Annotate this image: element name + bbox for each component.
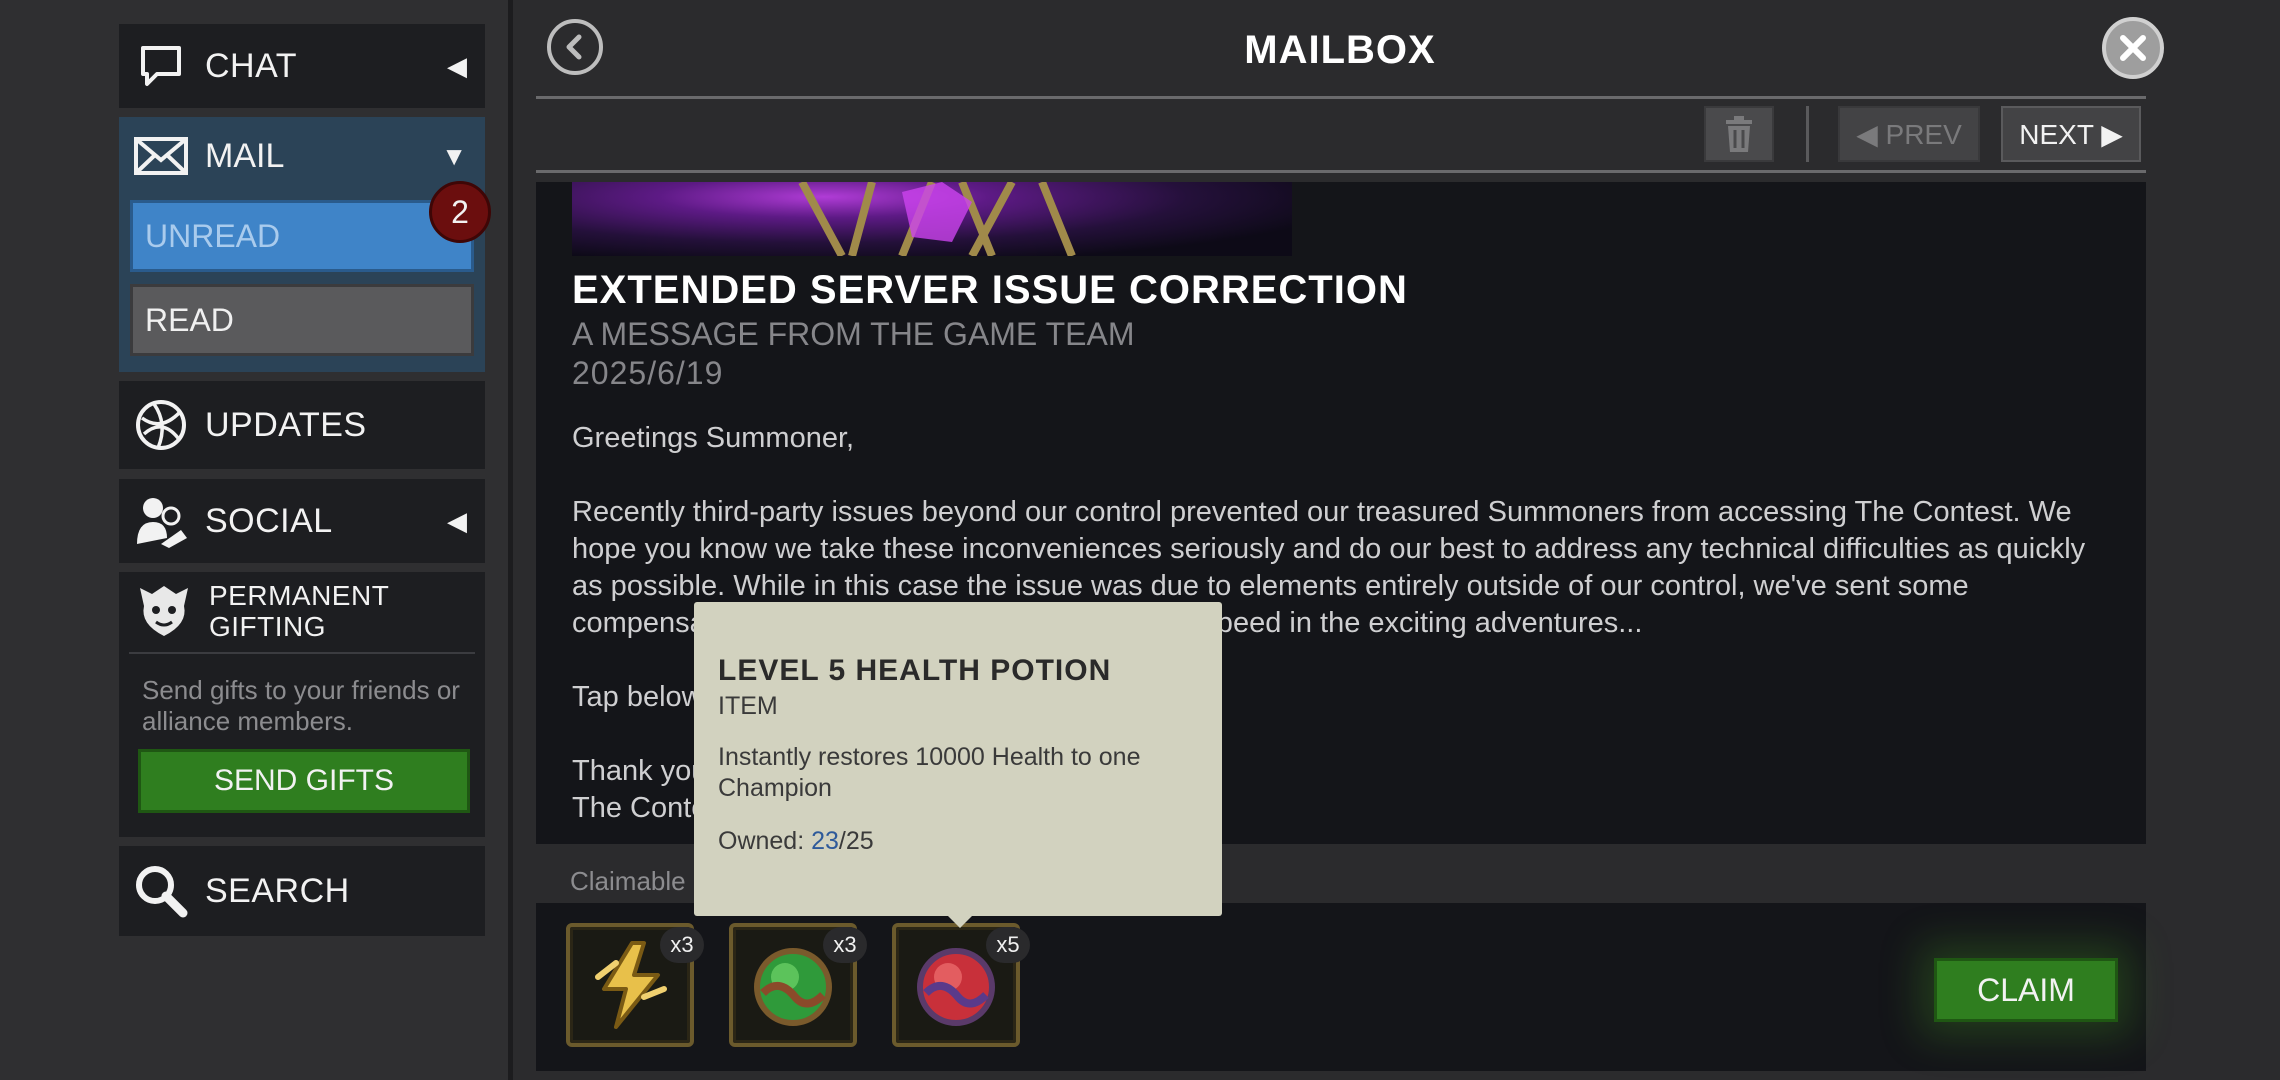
owned-max: /25 (838, 827, 874, 855)
reward-quantity: x5 (986, 927, 1030, 963)
chat-bubble-icon (131, 36, 191, 96)
next-button[interactable]: NEXT ▶ (2001, 106, 2141, 162)
sidebar-item-label: SOCIAL (205, 501, 333, 540)
toolbar-separator (1806, 106, 1809, 162)
collapse-arrow-icon: ◀ (447, 50, 467, 81)
message-title: EXTENDED SERVER ISSUE CORRECTION (572, 268, 1408, 312)
tooltip-description: Instantly restores 10000 Health to one C… (718, 743, 1141, 802)
tooltip-title: LEVEL 5 HEALTH POTION (718, 654, 1112, 687)
collapse-arrow-icon: ◀ (447, 505, 467, 536)
gifting-divider (129, 652, 475, 654)
send-gifts-button[interactable]: SEND GIFTS (138, 749, 470, 813)
search-icon (131, 861, 191, 921)
sidebar-item-search[interactable]: SEARCH (119, 846, 485, 936)
sidebar-item-label: MAIL (205, 136, 285, 175)
gifting-description: Send gifts to your friends or alliance m… (142, 675, 460, 736)
sidebar-item-label: SEARCH (205, 871, 350, 910)
toolbar-divider (536, 170, 2146, 173)
sidebar-item-chat[interactable]: CHAT ◀ (119, 24, 485, 108)
reward-quantity: x3 (823, 927, 867, 963)
back-button[interactable] (547, 19, 603, 75)
message-date: 2025/6/19 (572, 355, 724, 391)
tooltip-owned: Owned: 23/25 (718, 827, 874, 856)
gift-crest-icon (134, 580, 194, 640)
unread-count-badge: 2 (429, 181, 491, 243)
mail-read-tab[interactable]: READ (130, 284, 474, 356)
header-divider (536, 96, 2146, 99)
mail-unread-tab[interactable]: UNREAD (130, 200, 474, 272)
page-title: MAILBOX (1244, 28, 1436, 72)
envelope-icon (131, 126, 191, 186)
chevron-left-icon (566, 34, 582, 60)
owned-current: 23 (811, 827, 839, 855)
sidebar-item-updates[interactable]: UPDATES (119, 381, 485, 469)
trash-icon (1726, 116, 1752, 152)
message-subtitle: A MESSAGE FROM THE GAME TEAM (572, 316, 1135, 352)
claim-button[interactable]: CLAIM (1934, 958, 2118, 1022)
gifting-title: PERMANENT GIFTING (209, 580, 389, 642)
close-icon (2120, 35, 2146, 61)
prev-button[interactable]: ◀ PREV (1838, 106, 1980, 162)
close-button[interactable] (2102, 17, 2164, 79)
sidebar-divider (508, 0, 513, 1080)
sidebar-item-label: CHAT (205, 46, 298, 85)
globe-icon (131, 395, 191, 455)
message-banner-image (572, 182, 1292, 256)
sidebar-item-social[interactable]: SOCIAL ◀ (119, 479, 485, 563)
claimable-label: Claimable (570, 866, 686, 896)
social-people-icon (131, 491, 191, 551)
sidebar-item-mail[interactable]: MAIL ▼ (119, 117, 485, 195)
message-greeting: Greetings Summoner, (572, 422, 855, 454)
item-tooltip: LEVEL 5 HEALTH POTION ITEM Instantly res… (694, 602, 1222, 928)
tooltip-type: ITEM (718, 692, 778, 720)
delete-button[interactable] (1704, 106, 1774, 162)
expand-arrow-icon: ▼ (441, 140, 467, 171)
sidebar-item-label: UPDATES (205, 405, 367, 444)
reward-quantity: x3 (660, 927, 704, 963)
owned-label: Owned: (718, 827, 812, 855)
